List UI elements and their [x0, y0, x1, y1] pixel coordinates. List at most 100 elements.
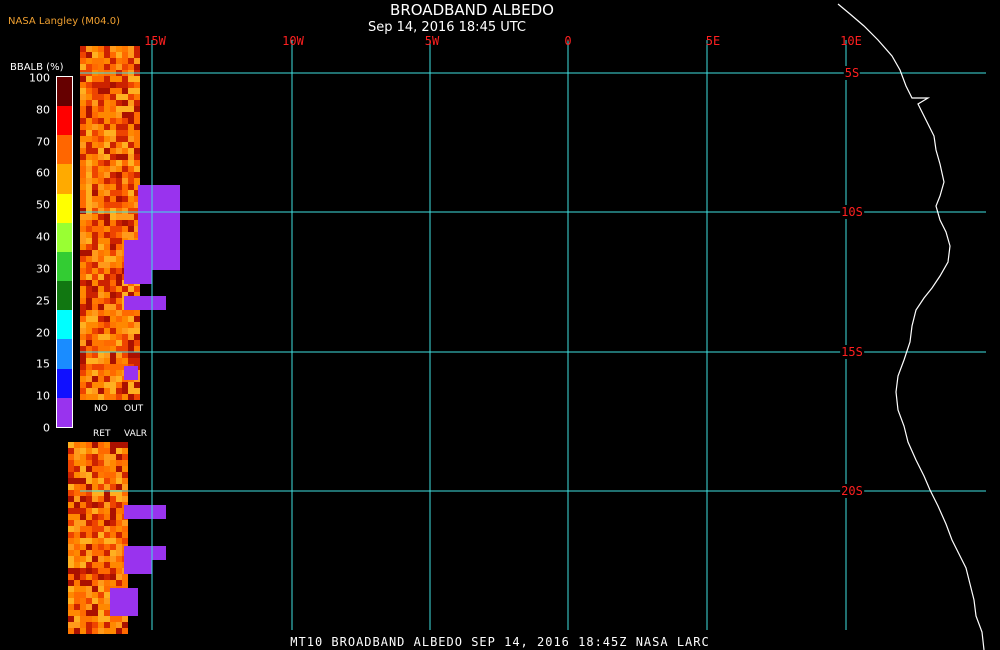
albedo-pixel [80, 280, 86, 286]
albedo-pixel [92, 364, 98, 370]
albedo-pixel [68, 550, 74, 556]
albedo-pixel [86, 160, 92, 166]
albedo-pixel [104, 520, 110, 526]
albedo-pixel [92, 250, 98, 256]
albedo-pixel [86, 364, 92, 370]
albedo-pixel [80, 250, 86, 256]
albedo-pixel [86, 526, 92, 532]
albedo-pixel [104, 52, 110, 58]
albedo-pixel [80, 238, 86, 244]
albedo-pixel [122, 496, 128, 502]
albedo-pixel [104, 226, 110, 232]
albedo-pixel [92, 568, 98, 574]
albedo-pixel [110, 160, 116, 166]
albedo-pixel [104, 250, 110, 256]
albedo-pixel [110, 340, 116, 346]
albedo-pixel [104, 166, 110, 172]
albedo-pixel [134, 106, 140, 112]
albedo-pixel [86, 454, 92, 460]
albedo-pixel [122, 106, 128, 112]
albedo-pixel [110, 334, 116, 340]
albedo-pixel [122, 232, 128, 238]
albedo-pixel [110, 292, 116, 298]
albedo-pixel [92, 562, 98, 568]
legend-swatch [57, 281, 72, 311]
albedo-pixel [116, 136, 122, 142]
albedo-pixel [74, 544, 80, 550]
albedo-pixel [86, 58, 92, 64]
albedo-pixel [116, 52, 122, 58]
albedo-pixel [128, 214, 134, 220]
albedo-pixel [74, 454, 80, 460]
albedo-pixel [92, 106, 98, 112]
legend-tick-label: 25 [36, 294, 50, 308]
albedo-pixel [74, 586, 80, 592]
albedo-pixel [98, 316, 104, 322]
albedo-pixel [68, 628, 74, 634]
albedo-pixel [74, 472, 80, 478]
albedo-pixel [86, 238, 92, 244]
albedo-pixel [86, 226, 92, 232]
albedo-pixel [116, 364, 122, 370]
albedo-pixel [134, 346, 140, 352]
albedo-pixel [110, 322, 116, 328]
albedo-pixel [80, 262, 86, 268]
albedo-pixel [110, 364, 116, 370]
albedo-pixel [86, 202, 92, 208]
albedo-pixel [98, 556, 104, 562]
albedo-pixel [68, 496, 74, 502]
albedo-pixel [104, 280, 110, 286]
legend-tick-label: 15 [36, 357, 50, 371]
albedo-pixel [104, 148, 110, 154]
albedo-pixel [74, 568, 80, 574]
albedo-pixel [104, 508, 110, 514]
albedo-pixel [116, 208, 122, 214]
albedo-pixel [92, 220, 98, 226]
albedo-pixel [80, 268, 86, 274]
albedo-pixel [110, 544, 116, 550]
albedo-pixel [74, 526, 80, 532]
albedo-pixel [110, 142, 116, 148]
albedo-pixel [86, 250, 92, 256]
albedo-pixel [122, 532, 128, 538]
albedo-pixel [116, 358, 122, 364]
albedo-pixel [110, 478, 116, 484]
albedo-pixel [116, 106, 122, 112]
albedo-pixel [86, 544, 92, 550]
albedo-pixel [116, 340, 122, 346]
albedo-pixel [104, 196, 110, 202]
albedo-pixel [116, 220, 122, 226]
albedo-pixel [110, 190, 116, 196]
albedo-pixel [68, 514, 74, 520]
albedo-pixel [68, 604, 74, 610]
lon-label-10w: 10W [282, 34, 304, 48]
albedo-pixel [98, 370, 104, 376]
albedo-pixel [116, 190, 122, 196]
albedo-pixel [98, 562, 104, 568]
albedo-pixel [92, 580, 98, 586]
albedo-pixel [80, 466, 86, 472]
albedo-pixel [86, 466, 92, 472]
legend-swatch [57, 368, 72, 398]
albedo-pixel [134, 82, 140, 88]
albedo-pixel [104, 562, 110, 568]
albedo-pixel [98, 76, 104, 82]
albedo-pixel [122, 574, 128, 580]
albedo-pixel [98, 274, 104, 280]
albedo-pixel [122, 130, 128, 136]
albedo-pixel [80, 178, 86, 184]
albedo-pixel [104, 364, 110, 370]
albedo-pixel [110, 196, 116, 202]
albedo-pixel [86, 478, 92, 484]
albedo-pixel [128, 310, 134, 316]
albedo-pixel [110, 472, 116, 478]
albedo-pixel [104, 538, 110, 544]
albedo-pixel [80, 508, 86, 514]
albedo-pixel [110, 208, 116, 214]
albedo-pixel [80, 388, 86, 394]
albedo-pixel [86, 100, 92, 106]
albedo-pixel [128, 208, 134, 214]
legend-tick-label: 0 [43, 421, 50, 435]
legend-tick-label: 100 [29, 71, 50, 85]
albedo-pixel [116, 274, 122, 280]
